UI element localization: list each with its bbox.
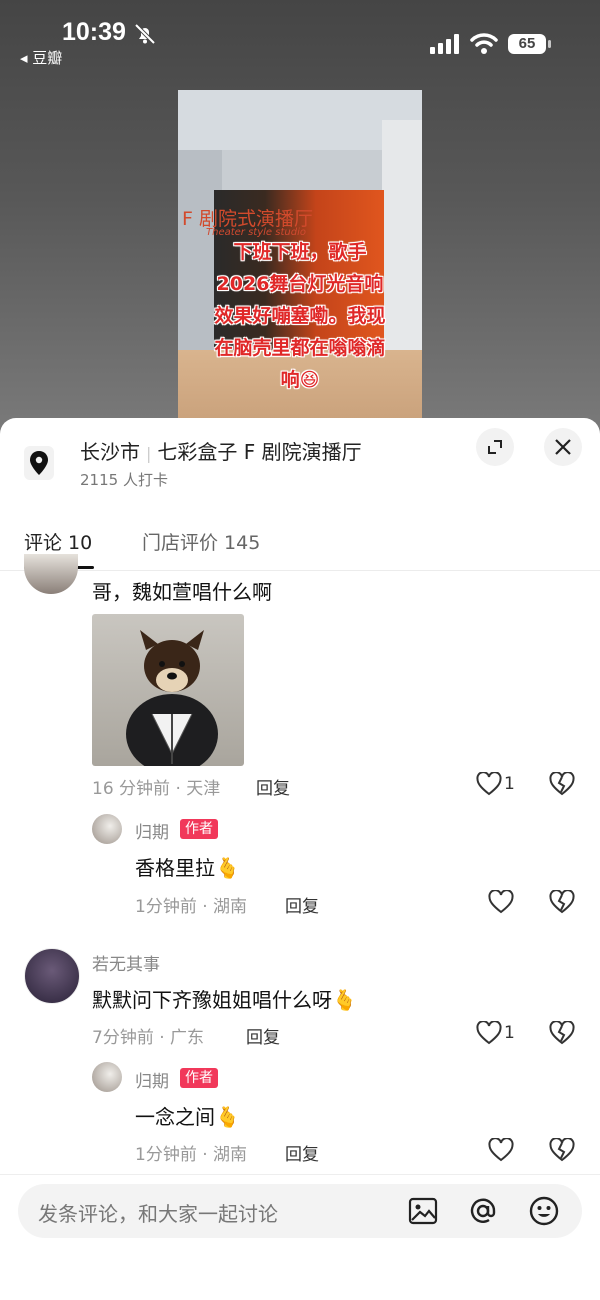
at-icon[interactable] — [468, 1196, 498, 1226]
title-separator: | — [146, 444, 152, 463]
broken-heart-icon[interactable] — [549, 1021, 575, 1045]
reply-button[interactable]: 回复 — [285, 1140, 319, 1165]
emoji: 🫰 — [215, 1105, 240, 1129]
heart-icon[interactable] — [488, 890, 514, 914]
reply-meta: 1分钟前 · 湖南 — [135, 1145, 248, 1165]
image-icon[interactable] — [408, 1196, 438, 1226]
reply-meta: 1分钟前 · 湖南 — [135, 897, 248, 917]
heart-icon[interactable] — [476, 1021, 502, 1045]
reply-button[interactable]: 回复 — [246, 1023, 280, 1048]
status-time: 10:39 — [62, 18, 126, 46]
input-divider — [0, 1174, 600, 1175]
reply-button[interactable]: 回复 — [285, 892, 319, 917]
location-pin — [24, 446, 54, 480]
comment-author-name[interactable]: 若无其事 — [92, 950, 160, 975]
reply-button[interactable]: 回复 — [256, 774, 290, 799]
close-icon — [555, 439, 571, 455]
reply-author-name[interactable]: 归期 — [135, 1067, 169, 1092]
location-title[interactable]: 长沙市 | 七彩盒子 F 剧院演播厅 — [80, 436, 362, 465]
avatar[interactable] — [92, 1062, 122, 1092]
like-count: 1 — [504, 774, 515, 794]
author-badge: 作者 — [180, 819, 218, 839]
broken-heart-icon[interactable] — [549, 772, 575, 796]
avatar[interactable] — [92, 814, 122, 844]
location-panel: 长沙市 | 七彩盒子 F 剧院演播厅 2115 人打卡 评论 10 门店评价 145… — [0, 418, 600, 1300]
reply-text-content: 香格里拉 — [135, 856, 215, 880]
comment-meta: 7分钟前 · 广东 — [92, 1028, 205, 1048]
emoji-icon[interactable] — [528, 1195, 560, 1227]
comment-text: 默默问下齐豫姐姐唱什么呀🫰 — [92, 984, 357, 1013]
location-name: 七彩盒子 F 剧院演播厅 — [157, 440, 362, 464]
location-city: 长沙市 — [80, 440, 140, 464]
reply-text-content: 一念之间 — [135, 1105, 215, 1129]
video-caption: 下班下班，歌手 2026舞台灯光音响 效果好嘣塞嘞。我现 在脑壳里都在嗡嗡滴 响… — [214, 241, 386, 391]
bell-muted-icon — [134, 23, 156, 45]
comment-input-bar[interactable]: 发条评论，和大家一起讨论 — [18, 1184, 582, 1238]
like-count: 1 — [504, 1023, 515, 1043]
battery-level: 65 — [518, 35, 536, 52]
broken-heart-icon[interactable] — [549, 1138, 575, 1162]
comment-text: 哥，魏如萱唱什么啊 — [92, 580, 272, 604]
comment-input-placeholder[interactable]: 发条评论，和大家一起讨论 — [38, 1198, 278, 1227]
expand-icon — [488, 440, 502, 454]
signal-icon — [430, 34, 459, 54]
heart-icon[interactable] — [476, 772, 502, 796]
close-button[interactable] — [544, 428, 582, 466]
checkin-count: 2115 人打卡 — [80, 471, 168, 489]
puppy-in-jacket-image — [126, 630, 218, 766]
author-badge: 作者 — [180, 1068, 218, 1088]
status-bar: 10:39 ◂ 豆瓣 65 — [0, 0, 600, 80]
tab-bar: 评论 10 门店评价 145 — [0, 524, 600, 571]
tab-store-reviews[interactable]: 门店评价 145 — [142, 528, 260, 555]
video-frame[interactable]: F 剧院式演播厅 Theater style studio 下班下班，歌手 20… — [178, 90, 422, 420]
heart-icon[interactable] — [488, 1138, 514, 1162]
wifi-icon — [470, 33, 498, 54]
comment-text-content: 默默问下齐豫姐姐唱什么呀 — [92, 988, 332, 1012]
broken-heart-icon[interactable] — [549, 890, 575, 914]
avatar[interactable] — [24, 554, 78, 594]
back-to-douban-link[interactable]: ◂ 豆瓣 — [20, 47, 62, 68]
comment-meta: 16 分钟前 · 天津 — [92, 779, 221, 799]
location-pin-icon — [30, 451, 48, 475]
avatar[interactable] — [24, 948, 80, 1004]
emoji: 🫰 — [332, 988, 357, 1012]
emoji: 🫰 — [215, 856, 240, 880]
comment-image[interactable] — [92, 614, 244, 766]
reply-text: 一念之间🫰 — [135, 1101, 240, 1130]
reply-author-name[interactable]: 归期 — [135, 818, 169, 843]
expand-button[interactable] — [476, 428, 514, 466]
reply-text: 香格里拉🫰 — [135, 852, 240, 881]
tab-comments[interactable]: 评论 10 — [24, 528, 92, 555]
